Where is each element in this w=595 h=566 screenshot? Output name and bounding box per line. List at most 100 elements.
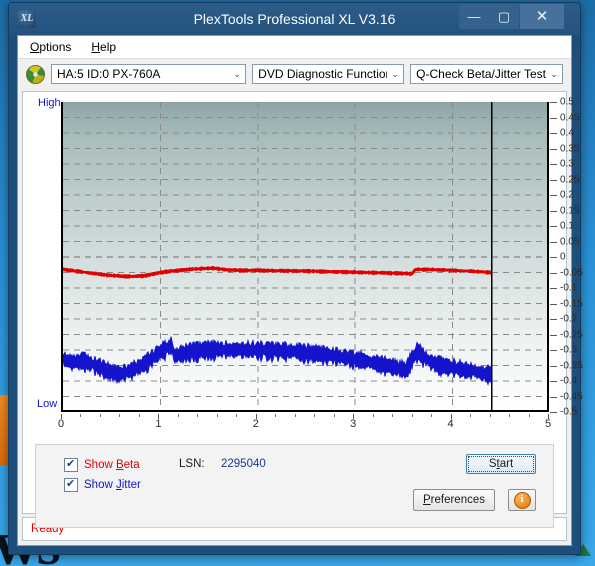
y-tick-mark [550, 334, 557, 336]
y-tick-mark [550, 396, 557, 398]
chevron-down-icon: ⌄ [391, 68, 399, 79]
y-tick-label: 0.45 [560, 112, 580, 123]
x-tick-label: 0 [57, 418, 65, 430]
y-tick-label: 0.2 [560, 189, 574, 201]
y-tick-label: 0.4 [560, 127, 574, 139]
menu-help-mnemonic: H [91, 40, 101, 54]
client-area: Options Help HA:5 ID:0 PX-760A ⌄ DVD Dia… [17, 35, 583, 546]
menu-help-rest: elp [100, 40, 117, 54]
test-select-value: Q-Check Beta/Jitter Test [416, 67, 546, 81]
preferences-button-label: Preferences [422, 494, 485, 506]
menu-options-rest: ptions [39, 40, 72, 54]
y-tick-mark [550, 102, 557, 103]
y-tick-label: -0.3 [560, 344, 578, 356]
legend-controls-box: Show Beta Show Jitter LSN: 2295040 Start… [35, 444, 554, 528]
lsn-value: 2295040 [221, 458, 266, 470]
test-select[interactable]: Q-Check Beta/Jitter Test ⌄ [410, 64, 563, 84]
y-tick-label: -0.05 [560, 267, 583, 278]
x-tick-mark [333, 414, 335, 417]
axis-label-low: Low [37, 398, 58, 410]
function-select[interactable]: DVD Diagnostic Functions ⌄ [252, 64, 405, 84]
x-tick-mark [314, 414, 316, 417]
maximize-button[interactable]: ▢ [489, 4, 519, 29]
y-tick-label: 0.1 [560, 220, 574, 232]
x-tick-mark [197, 414, 199, 417]
axis-label-high: High [38, 97, 61, 109]
series-jitter [63, 336, 492, 386]
x-tick-mark [80, 414, 82, 417]
show-beta-checkbox[interactable] [64, 457, 78, 472]
x-tick-label: 1 [155, 418, 162, 430]
function-select-value: DVD Diagnostic Functions [258, 67, 388, 81]
y-tick-label: 0.15 [560, 205, 580, 216]
x-tick-label: 4 [447, 418, 454, 430]
y-tick-label: -0.25 [560, 329, 583, 340]
x-tick-label: 5 [544, 418, 552, 430]
y-tick-mark [550, 365, 557, 367]
x-tick-mark [177, 414, 179, 417]
x-tick-mark [294, 414, 296, 417]
y-tick-label: -0.15 [560, 298, 583, 309]
info-button[interactable]: i [508, 489, 536, 511]
x-tick-mark [119, 414, 121, 417]
menu-item-help[interactable]: Help [91, 40, 116, 54]
drive-select[interactable]: HA:5 ID:0 PX-760A ⌄ [51, 64, 247, 84]
x-tick-mark [99, 414, 101, 417]
y-tick-mark [550, 226, 557, 227]
y-tick-label: -0.1 [560, 282, 578, 294]
x-tick-mark [411, 414, 413, 417]
x-tick-label: 3 [350, 418, 357, 430]
y-tick-mark [550, 133, 557, 134]
y-tick-mark [550, 350, 557, 351]
y-tick-mark [550, 179, 557, 181]
disc-icon [26, 64, 45, 84]
y-tick-label: 0.35 [560, 143, 580, 154]
start-button[interactable]: Start [466, 454, 536, 474]
title-bar[interactable]: XL PlexTools Professional XL V3.16 — ▢ ✕ [9, 3, 580, 35]
beta-jitter-chart: High Low 0.5 0.45 0.4 0.35 0.3 0.25 0.2 0.15 0.1… [23, 92, 583, 432]
y-tick-mark [550, 164, 557, 165]
y-tick-mark [550, 288, 557, 289]
plot-svg [63, 102, 548, 410]
x-tick-mark [470, 414, 472, 417]
y-tick-mark [550, 148, 557, 150]
y-tick-label: -0.5 [560, 406, 578, 418]
x-tick-label: 2 [252, 418, 259, 430]
plot-area [61, 102, 548, 412]
toolbar: HA:5 ID:0 PX-760A ⌄ DVD Diagnostic Funct… [18, 59, 571, 89]
show-jitter-checkbox[interactable] [64, 477, 78, 492]
x-tick-mark [431, 414, 433, 417]
menu-bar: Options Help [18, 36, 571, 59]
start-button-label: Start [488, 458, 514, 470]
plot-right-border [547, 102, 549, 412]
y-tick-label: 0.05 [560, 236, 580, 247]
menu-options-mnemonic: O [30, 40, 40, 54]
y-tick-label: 0.5 [560, 96, 574, 108]
show-jitter-row[interactable]: Show Jitter [64, 477, 141, 492]
chevron-down-icon: ⌄ [233, 68, 241, 79]
application-window: XL PlexTools Professional XL V3.16 — ▢ ✕… [8, 2, 583, 555]
x-tick-mark [509, 414, 511, 417]
y-tick-label: -0.2 [560, 313, 578, 325]
y-tick-mark [550, 241, 557, 243]
info-icon: i [513, 491, 531, 509]
y-tick-mark [550, 319, 557, 320]
drive-select-value: HA:5 ID:0 PX-760A [57, 67, 161, 81]
x-tick-mark [236, 414, 238, 417]
minimize-button[interactable]: — [459, 4, 489, 29]
y-tick-mark [550, 257, 557, 258]
preferences-button[interactable]: Preferences [413, 489, 495, 511]
y-tick-label: 0.25 [560, 174, 580, 185]
y-tick-mark [550, 195, 557, 196]
show-jitter-label: Show Jitter [84, 479, 141, 491]
y-tick-mark [550, 210, 557, 212]
menu-item-options[interactable]: Options [30, 40, 71, 54]
y-tick-mark [550, 272, 557, 274]
show-beta-row[interactable]: Show Beta [64, 457, 140, 472]
chevron-down-icon: ⌄ [550, 68, 558, 79]
y-tick-mark [550, 412, 557, 413]
y-tick-label: -0.35 [560, 360, 583, 371]
close-button[interactable]: ✕ [520, 4, 564, 29]
x-tick-mark [528, 414, 530, 417]
y-tick-label: 0.3 [560, 158, 574, 170]
